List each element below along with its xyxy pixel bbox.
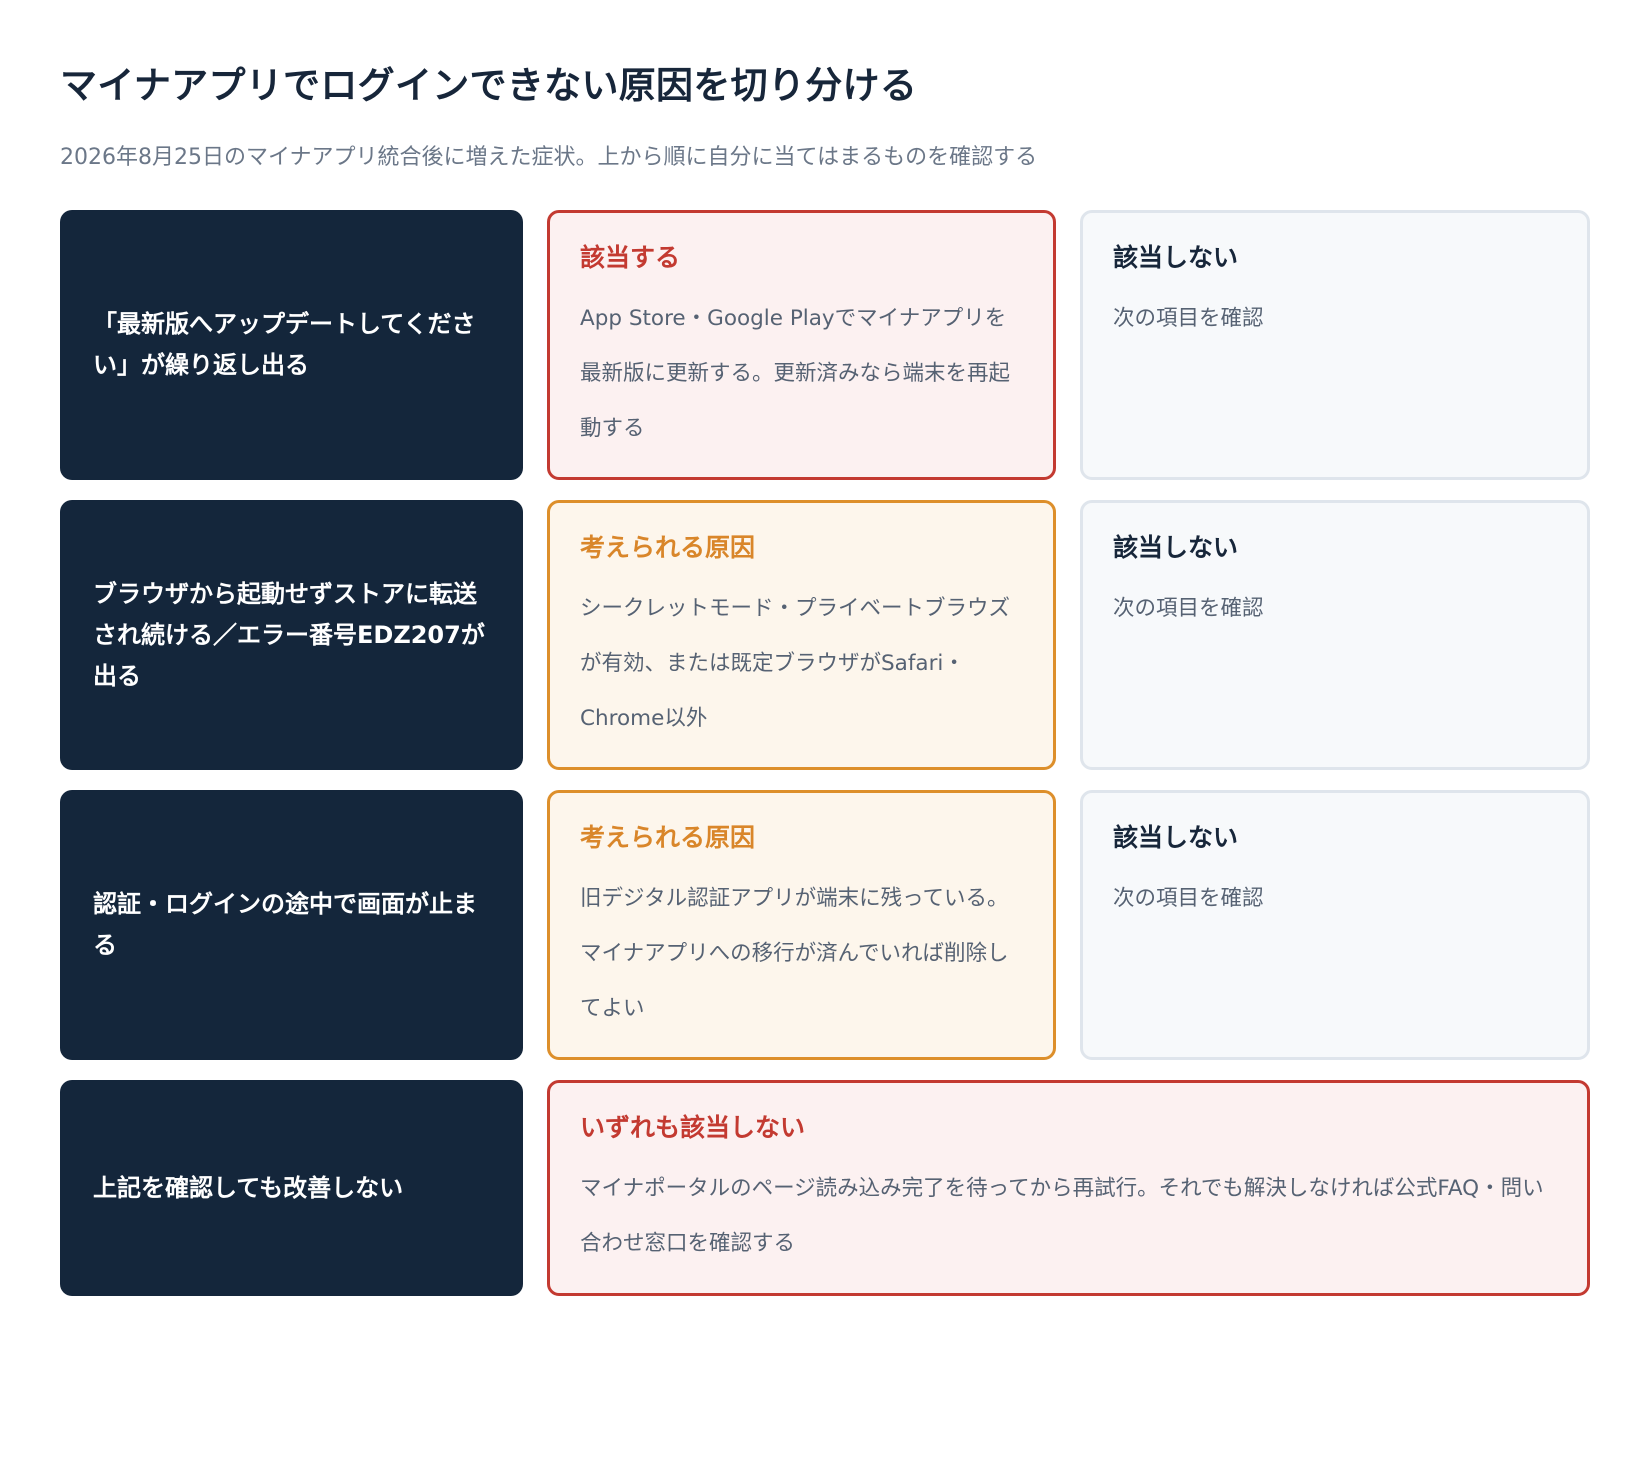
symptom-text: ブラウザから起動せずストアに転送され続ける／エラー番号EDZ207が出る	[93, 579, 485, 690]
outcome-body: 旧デジタル認証アプリが端末に残っている。マイナアプリへの移行が済んでいれば削除し…	[580, 886, 1009, 1021]
outcome-body: シークレットモード・プライベートブラウズが有効、または既定ブラウザがSafari…	[580, 596, 1011, 731]
decision-row-3: 認証・ログインの途中で画面が止まる 考えられる原因 旧デジタル認証アプリが端末に…	[60, 790, 1590, 1060]
yes-outcome-card: 該当する App Store・Google Playでマイナアプリを最新版に更新…	[547, 210, 1056, 480]
no-outcome-card: 該当しない 次の項目を確認	[1080, 210, 1590, 480]
decision-row-2: ブラウザから起動せずストアに転送され続ける／エラー番号EDZ207が出る 考えら…	[60, 500, 1590, 770]
outcome-body: 次の項目を確認	[1113, 306, 1264, 331]
cause-card: 考えられる原因 シークレットモード・プライベートブラウズが有効、または既定ブラウ…	[547, 500, 1056, 770]
final-outcome-card: いずれも該当しない マイナポータルのページ読み込み完了を待ってから再試行。それで…	[547, 1080, 1590, 1296]
symptom-box: 「最新版へアップデートしてください」が繰り返し出る	[60, 210, 523, 480]
outcome-body: マイナポータルのページ読み込み完了を待ってから再試行。それでも解決しなければ公式…	[580, 1176, 1544, 1256]
outcome-heading: いずれも該当しない	[580, 1113, 806, 1142]
outcome-heading: 該当しない	[1113, 823, 1239, 852]
symptom-box: 認証・ログインの途中で画面が止まる	[60, 790, 523, 1060]
outcome-heading: 考えられる原因	[580, 823, 756, 852]
page-title: マイナアプリでログインできない原因を切り分ける	[60, 64, 918, 107]
outcome-heading: 該当する	[580, 243, 681, 272]
symptom-text: 「最新版へアップデートしてください」が繰り返し出る	[93, 310, 476, 379]
symptom-text: 認証・ログインの途中で画面が止まる	[93, 890, 477, 959]
cause-card: 考えられる原因 旧デジタル認証アプリが端末に残っている。マイナアプリへの移行が済…	[547, 790, 1056, 1060]
outcome-body: 次の項目を確認	[1113, 886, 1264, 911]
no-outcome-card: 該当しない 次の項目を確認	[1080, 790, 1590, 1060]
flowchart-page: マイナアプリでログインできない原因を切り分ける 2026年8月25日のマイナアプ…	[0, 0, 1640, 1472]
decision-grid: 「最新版へアップデートしてください」が繰り返し出る 該当する App Store…	[60, 210, 1590, 1316]
outcome-heading: 該当しない	[1113, 533, 1239, 562]
symptom-box: 上記を確認しても改善しない	[60, 1080, 523, 1296]
symptom-box: ブラウザから起動せずストアに転送され続ける／エラー番号EDZ207が出る	[60, 500, 523, 770]
decision-row-4: 上記を確認しても改善しない いずれも該当しない マイナポータルのページ読み込み完…	[60, 1080, 1590, 1296]
no-outcome-card: 該当しない 次の項目を確認	[1080, 500, 1590, 770]
outcome-heading: 該当しない	[1113, 243, 1239, 272]
symptom-text: 上記を確認しても改善しない	[93, 1173, 404, 1202]
outcome-body: 次の項目を確認	[1113, 596, 1264, 621]
decision-row-1: 「最新版へアップデートしてください」が繰り返し出る 該当する App Store…	[60, 210, 1590, 480]
outcome-body: App Store・Google Playでマイナアプリを最新版に更新する。更新…	[580, 306, 1011, 441]
outcome-heading: 考えられる原因	[580, 533, 756, 562]
page-subtitle: 2026年8月25日のマイナアプリ統合後に増えた症状。上から順に自分に当てはまる…	[60, 145, 1038, 170]
